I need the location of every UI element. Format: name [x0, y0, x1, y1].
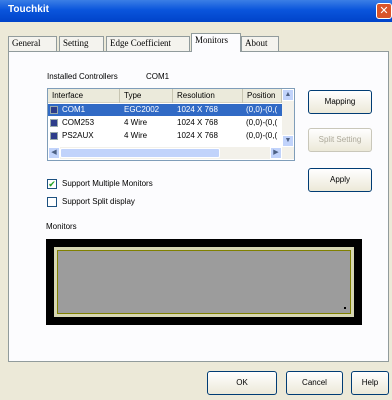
- mapping-button[interactable]: Mapping: [308, 90, 372, 114]
- column-interface[interactable]: Interface: [48, 89, 120, 103]
- monitor-marker: [344, 307, 346, 309]
- multiple-monitors-checkbox[interactable]: ✔ Support Multiple Monitors: [47, 179, 207, 191]
- title-bar[interactable]: Touchkit ✕: [0, 0, 392, 22]
- apply-button[interactable]: Apply: [308, 168, 372, 192]
- monitors-label: Monitors: [46, 222, 77, 231]
- scroll-up-icon[interactable]: ▲: [282, 89, 294, 101]
- help-button[interactable]: Help: [351, 371, 389, 395]
- split-display-label: Support Split display: [62, 197, 135, 206]
- tab-general[interactable]: General: [8, 36, 57, 51]
- split-setting-button[interactable]: Split Setting: [308, 128, 372, 152]
- multiple-monitors-label: Support Multiple Monitors: [62, 179, 153, 188]
- row-resolution: 1024 X 768: [177, 105, 218, 114]
- controller-icon: [50, 106, 58, 114]
- row-interface: COM253: [62, 118, 95, 127]
- list-row[interactable]: COM1 EGC2002 1024 X 768 (0,0)-(0,(: [48, 104, 282, 116]
- controller-icon: [50, 119, 58, 127]
- controller-icon: [50, 132, 58, 140]
- split-display-checkbox[interactable]: Support Split display: [47, 197, 207, 209]
- horizontal-scroll-thumb[interactable]: [60, 148, 220, 158]
- row-interface: PS2AUX: [62, 131, 94, 140]
- row-type: 4 Wire: [124, 118, 148, 127]
- checkbox-unchecked-icon[interactable]: [47, 197, 57, 207]
- list-row[interactable]: PS2AUX 4 Wire 1024 X 768 (0,0)-(0,(: [48, 130, 282, 142]
- controllers-list[interactable]: Interface Type Resolution Position COM1 …: [47, 88, 295, 161]
- row-position: (0,0)-(0,(: [246, 118, 278, 127]
- list-vertical-scrollbar[interactable]: ▲ ▼: [282, 89, 294, 147]
- tab-monitors[interactable]: Monitors: [191, 33, 241, 52]
- monitor-preview: [57, 250, 351, 314]
- scroll-right-icon[interactable]: ▶: [270, 147, 282, 159]
- monitor-layout-area[interactable]: [46, 239, 362, 325]
- row-interface: COM1: [62, 105, 86, 114]
- row-position: (0,0)-(0,(: [246, 105, 278, 114]
- window-title: Touchkit: [8, 4, 49, 15]
- column-type[interactable]: Type: [120, 89, 173, 103]
- tab-about[interactable]: About: [241, 36, 279, 51]
- close-button[interactable]: ✕: [376, 3, 392, 19]
- list-header: Interface Type Resolution Position: [48, 89, 294, 103]
- row-type: 4 Wire: [124, 131, 148, 140]
- cancel-button[interactable]: Cancel: [286, 371, 343, 395]
- installed-controllers-label: Installed Controllers: [47, 72, 118, 81]
- ok-button[interactable]: OK: [207, 371, 277, 395]
- current-controller-label: COM1: [146, 72, 170, 81]
- column-resolution[interactable]: Resolution: [173, 89, 243, 103]
- row-resolution: 1024 X 768: [177, 118, 218, 127]
- column-position[interactable]: Position: [243, 89, 282, 103]
- row-resolution: 1024 X 768: [177, 131, 218, 140]
- scroll-left-icon[interactable]: ◀: [48, 147, 60, 159]
- list-row[interactable]: COM253 4 Wire 1024 X 768 (0,0)-(0,(: [48, 117, 282, 129]
- close-icon: ✕: [379, 5, 389, 17]
- tab-setting[interactable]: Setting: [59, 36, 104, 51]
- checkbox-checked-icon[interactable]: ✔: [47, 179, 57, 189]
- row-position: (0,0)-(0,(: [246, 131, 278, 140]
- row-type: EGC2002: [124, 105, 160, 114]
- tab-edge-coefficient[interactable]: Edge Coefficient: [106, 36, 190, 51]
- list-horizontal-scrollbar[interactable]: ◀ ▶: [48, 147, 294, 159]
- scroll-down-icon[interactable]: ▼: [282, 135, 294, 147]
- monitor-screen[interactable]: [54, 247, 354, 317]
- touchkit-window: Touchkit ✕ General Setting Edge Coeffici…: [0, 0, 392, 400]
